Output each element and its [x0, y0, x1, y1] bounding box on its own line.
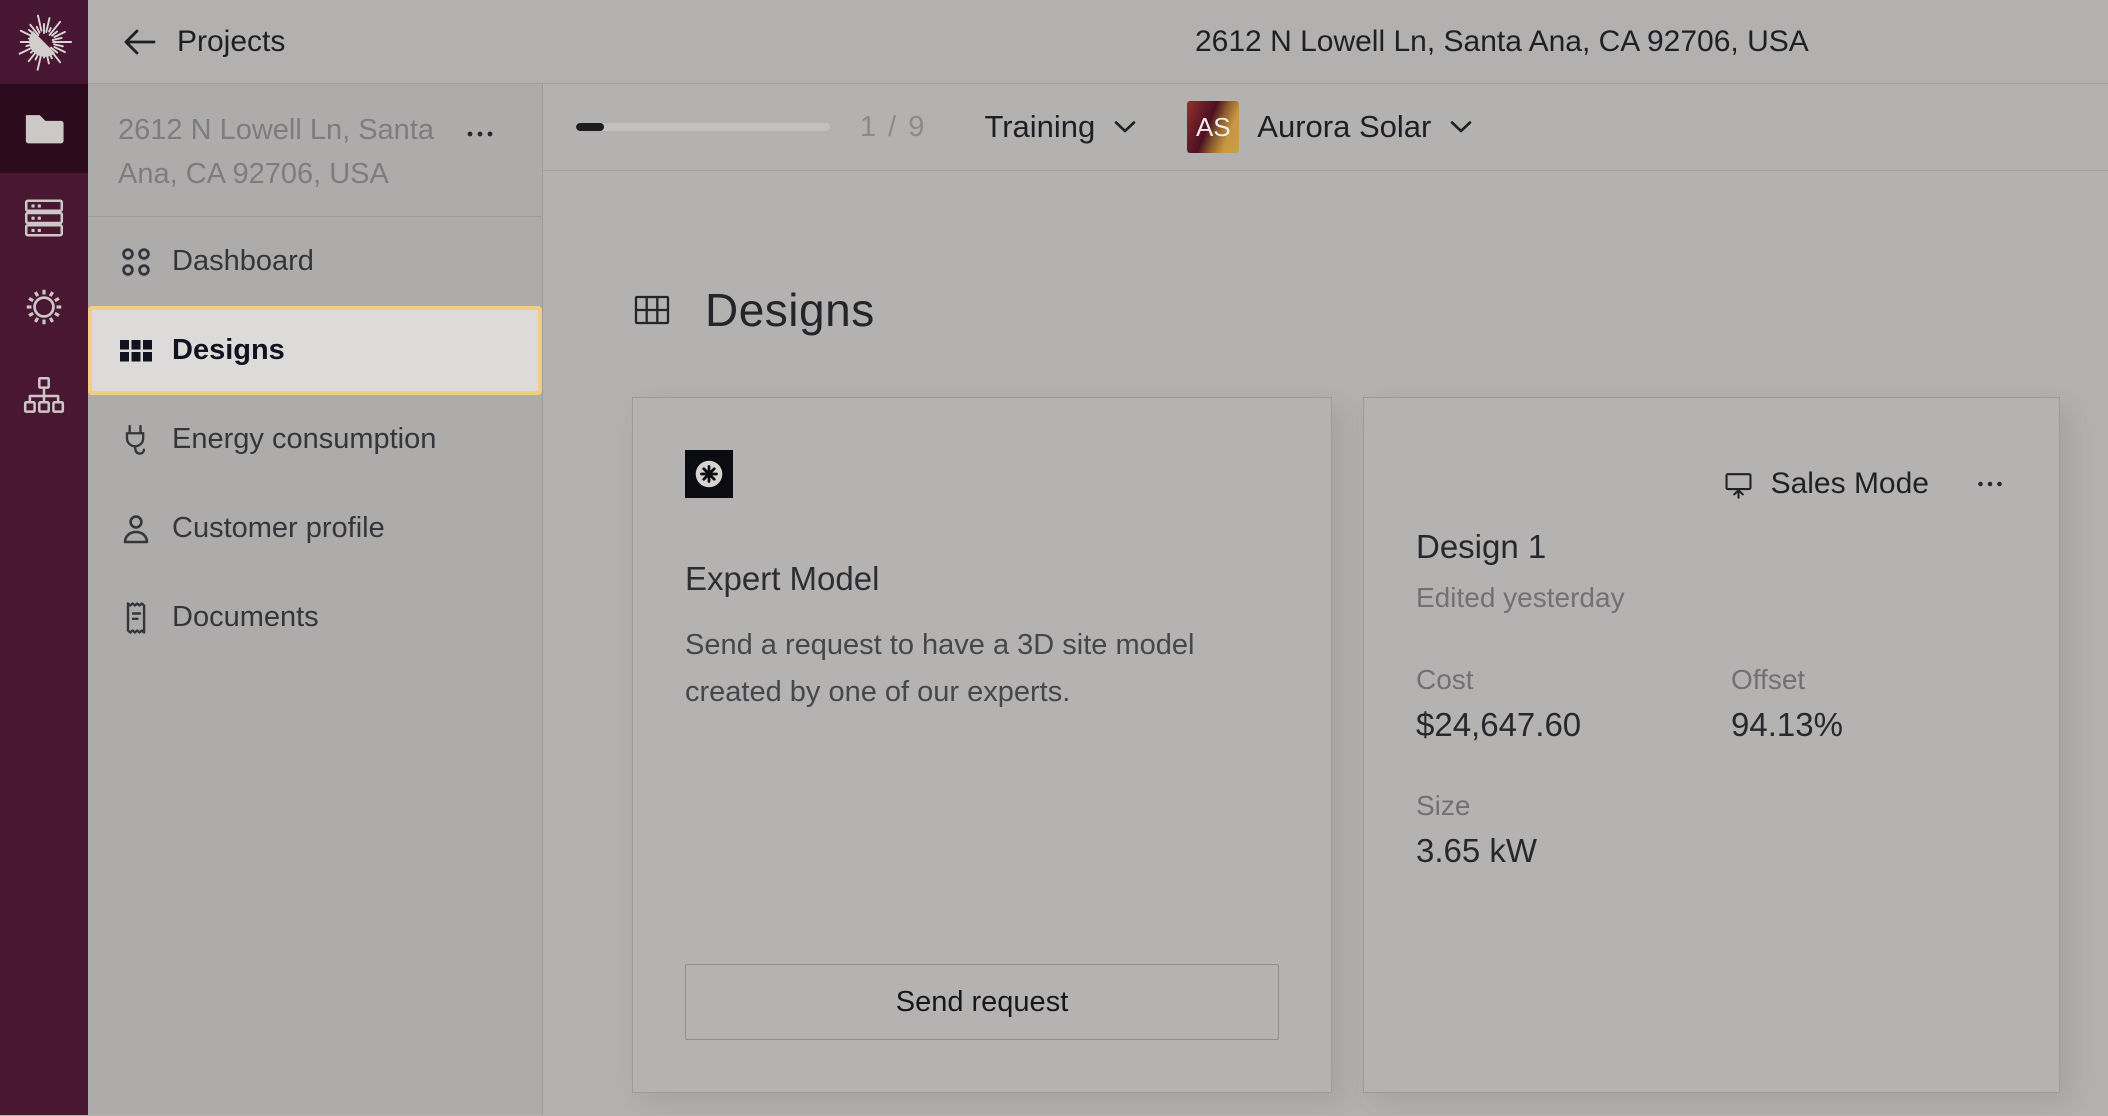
page-heading: Designs [632, 283, 2108, 337]
stat-cost: Cost $24,647.60 [1416, 664, 1731, 744]
rail-item-organization[interactable] [0, 351, 88, 440]
sidebar-item-customer-profile[interactable]: Customer profile [88, 484, 542, 573]
send-request-button[interactable]: Send request [685, 964, 1279, 1040]
design-toolbar: 1 / 9 Training AS Aurora Solar [543, 84, 2108, 171]
stat-size: Size 3.65 kW [1416, 790, 1731, 870]
back-arrow-icon [121, 28, 157, 56]
training-mode-dropdown[interactable]: Training [984, 109, 1137, 145]
grid-filled-icon [118, 333, 154, 369]
sales-mode-button[interactable]: Sales Mode [1722, 467, 1929, 501]
design-title: Design 1 [1416, 528, 2007, 566]
chevron-down-icon [1113, 120, 1137, 134]
training-progress-bar [576, 123, 830, 131]
back-to-projects-button[interactable]: Projects [121, 25, 285, 59]
expert-model-card: Expert Model Send a request to have a 3D… [632, 397, 1332, 1093]
avatar-initials: AS [1196, 112, 1231, 143]
ellipsis-icon [466, 130, 494, 138]
design-options-menu-button[interactable] [1973, 472, 2007, 496]
project-options-menu-button[interactable] [460, 124, 500, 144]
sitemap-icon [21, 373, 67, 419]
presentation-screen-icon [1722, 468, 1755, 501]
folder-icon [21, 108, 67, 150]
server-rack-icon [21, 195, 67, 241]
designs-content: Designs Expert Model [543, 171, 2108, 1115]
stat-value: $24,647.60 [1416, 706, 1731, 744]
account-name: Aurora Solar [1257, 109, 1431, 145]
icon-rail [0, 84, 88, 1115]
grid-outline-icon [632, 292, 672, 328]
main-panel: 1 / 9 Training AS Aurora Solar [543, 84, 2108, 1115]
rail-item-settings[interactable] [0, 262, 88, 351]
stat-value: 3.65 kW [1416, 832, 1731, 870]
gear-icon [21, 284, 67, 330]
sidebar-item-label: Energy consumption [172, 423, 436, 456]
stat-offset: Offset 94.13% [1731, 664, 2007, 744]
design-stats: Cost $24,647.60 Offset 94.13% Size 3.65 … [1416, 664, 2007, 870]
stat-label: Size [1416, 790, 1731, 822]
ellipsis-icon [1977, 480, 2003, 488]
training-progress-fill [576, 123, 604, 131]
account-dropdown[interactable]: Aurora Solar [1257, 109, 1473, 145]
receipt-icon [118, 600, 154, 636]
training-mode-label: Training [984, 109, 1095, 145]
sidebar-item-label: Dashboard [172, 245, 314, 278]
top-bar: Projects 2612 N Lowell Ln, Santa Ana, CA… [0, 0, 2108, 84]
project-address-block: 2612 N Lowell Ln, Santa Ana, CA 92706, U… [88, 84, 542, 217]
chevron-down-icon [1449, 120, 1473, 134]
dashboard-dots-icon [118, 244, 154, 280]
rail-item-library[interactable] [0, 173, 88, 262]
app-window: Projects 2612 N Lowell Ln, Santa Ana, CA… [0, 0, 2108, 1116]
design-card-header: Sales Mode [1416, 464, 2007, 504]
sidebar-item-energy-consumption[interactable]: Energy consumption [88, 395, 542, 484]
expert-model-iconbox [685, 450, 733, 498]
sidebar-item-label: Customer profile [172, 512, 385, 545]
plug-icon [118, 422, 154, 458]
stat-label: Offset [1731, 664, 2007, 696]
sunburst-logo-icon [13, 11, 75, 73]
expert-model-title: Expert Model [685, 560, 1279, 598]
person-icon [118, 511, 154, 547]
design-cards-row: Expert Model Send a request to have a 3D… [632, 397, 2108, 1093]
sidebar-item-designs[interactable]: Designs [88, 306, 542, 395]
account-avatar[interactable]: AS [1187, 101, 1239, 153]
stat-label: Cost [1416, 664, 1731, 696]
sidebar-item-label: Documents [172, 601, 319, 634]
sidebar-item-label: Designs [172, 334, 285, 367]
design-edited-timestamp: Edited yesterday [1416, 582, 2007, 614]
asterisk-circle-icon [687, 452, 731, 496]
project-address-header: 2612 N Lowell Ln, Santa Ana, CA 92706, U… [1195, 0, 1809, 84]
sidebar-item-documents[interactable]: Documents [88, 573, 542, 662]
sales-mode-label: Sales Mode [1771, 467, 1929, 501]
rail-item-projects[interactable] [0, 84, 88, 173]
app-body: 2612 N Lowell Ln, Santa Ana, CA 92706, U… [0, 84, 2108, 1115]
aurora-logo[interactable] [0, 0, 88, 84]
project-sidebar: 2612 N Lowell Ln, Santa Ana, CA 92706, U… [88, 84, 543, 1115]
sidebar-item-dashboard[interactable]: Dashboard [88, 217, 542, 306]
project-address-text: 2612 N Lowell Ln, Santa Ana, CA 92706, U… [118, 114, 434, 190]
back-label: Projects [177, 25, 285, 59]
expert-model-description: Send a request to have a 3D site model c… [685, 622, 1279, 716]
design-1-card[interactable]: Sales Mode Design 1 Edited yesterday [1363, 397, 2060, 1093]
training-progress-label: 1 / 9 [860, 111, 926, 144]
page-title: Designs [705, 283, 875, 337]
stat-value: 94.13% [1731, 706, 2007, 744]
